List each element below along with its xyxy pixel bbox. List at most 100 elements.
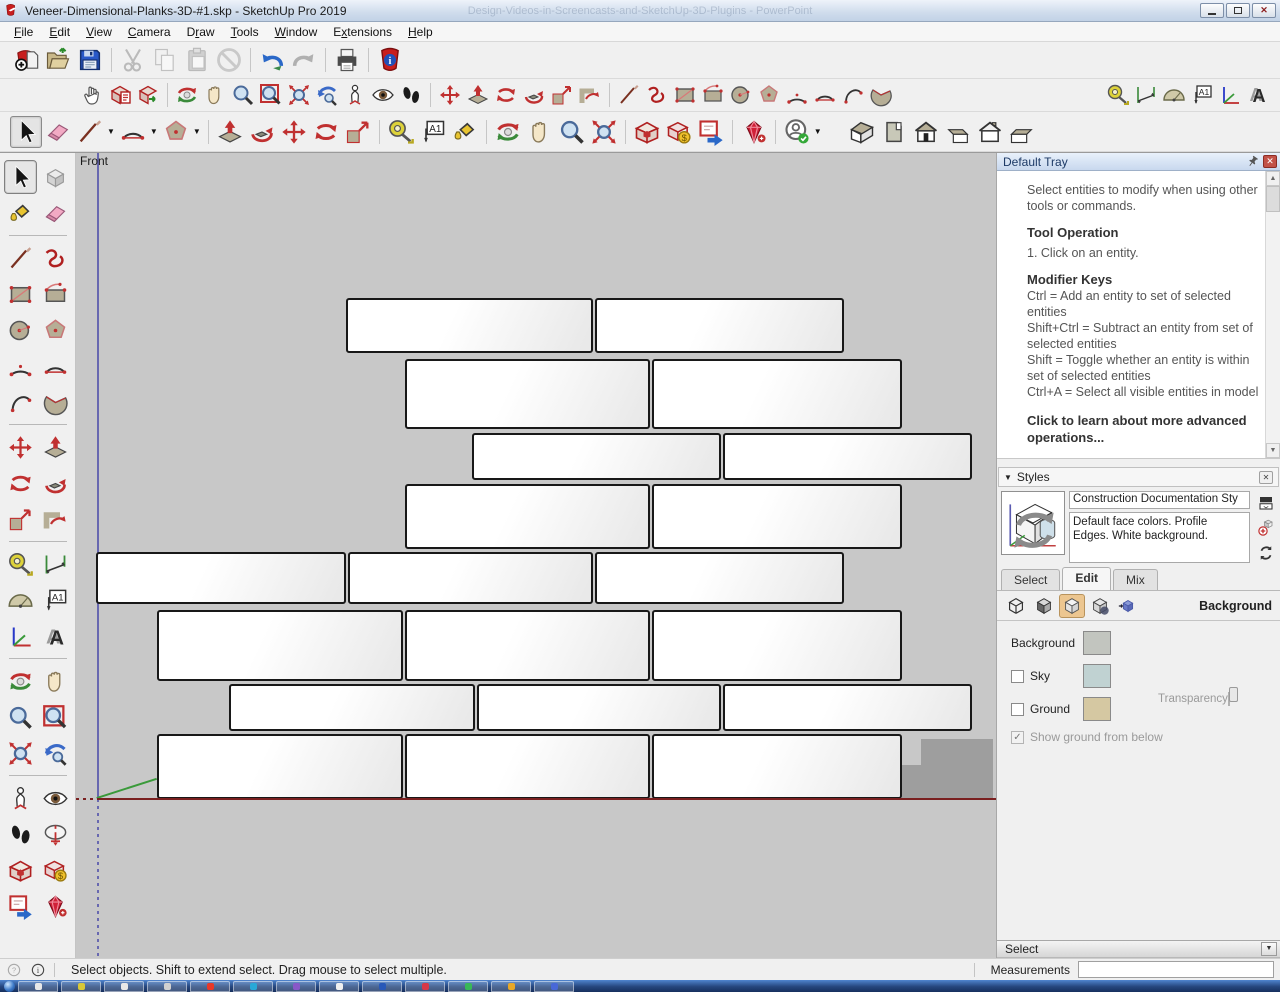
taskbar-app[interactable] xyxy=(147,981,187,992)
3d-text-button[interactable]: AA xyxy=(1244,81,1272,109)
watermark-settings-button[interactable] xyxy=(1087,594,1113,618)
save-button[interactable] xyxy=(74,44,106,76)
open-button[interactable] xyxy=(42,44,74,76)
rotate-button[interactable] xyxy=(492,81,520,109)
menu-tools[interactable]: Tools xyxy=(223,23,267,41)
previous-view-button[interactable] xyxy=(39,736,72,770)
rotated-rectangle-button[interactable] xyxy=(699,81,727,109)
scale-button[interactable] xyxy=(548,81,576,109)
instructor-link[interactable]: Click to learn about more advanced opera… xyxy=(1027,413,1259,446)
component-attributes-button[interactable] xyxy=(134,81,162,109)
plank[interactable] xyxy=(595,552,844,604)
position-camera-button[interactable] xyxy=(4,781,37,815)
walk-button[interactable] xyxy=(397,81,425,109)
plank[interactable] xyxy=(477,684,721,731)
plank[interactable] xyxy=(405,734,650,799)
background-settings-button[interactable] xyxy=(1059,593,1085,618)
protractor-button[interactable] xyxy=(4,583,37,617)
model-viewport[interactable]: Front xyxy=(76,153,996,958)
tape-measure-button[interactable] xyxy=(1104,81,1132,109)
ground-checkbox[interactable] xyxy=(1011,702,1024,716)
plank[interactable] xyxy=(405,484,650,549)
zoom-extents-button[interactable] xyxy=(4,736,37,770)
start-button[interactable] xyxy=(4,981,15,992)
scrollbar-thumb[interactable] xyxy=(1266,186,1280,212)
line-button[interactable] xyxy=(74,116,106,148)
instructor-scrollbar[interactable]: ▲ ▼ xyxy=(1265,171,1280,458)
menu-view[interactable]: View xyxy=(78,23,120,41)
collapsed-select-panel[interactable]: Select ▼ xyxy=(997,940,1280,958)
sky-checkbox[interactable] xyxy=(1011,669,1024,683)
plank[interactable] xyxy=(723,433,972,480)
styles-section-header[interactable]: ▼ Styles ✕ xyxy=(998,467,1279,487)
polygon-button[interactable] xyxy=(755,81,783,109)
view-top-button[interactable] xyxy=(878,116,910,148)
ground-color-swatch[interactable] xyxy=(1083,697,1111,721)
make-component-button[interactable] xyxy=(39,160,72,194)
text-button[interactable]: A1 xyxy=(1188,81,1216,109)
rotated-rectangle-button[interactable] xyxy=(39,277,72,311)
component-options-button[interactable] xyxy=(106,81,134,109)
edge-settings-button[interactable] xyxy=(1003,594,1029,618)
sky-color-swatch[interactable] xyxy=(1083,664,1111,688)
dimension-button[interactable] xyxy=(1132,81,1160,109)
taskbar-app[interactable] xyxy=(190,981,230,992)
plank[interactable] xyxy=(723,684,972,731)
plank[interactable] xyxy=(96,552,346,604)
taskbar-app[interactable] xyxy=(534,981,574,992)
axes-button[interactable] xyxy=(4,619,37,653)
three-point-arc-button[interactable] xyxy=(4,385,37,419)
account-button[interactable] xyxy=(781,116,813,148)
follow-me-button[interactable] xyxy=(246,116,278,148)
paint-bucket-button[interactable] xyxy=(449,116,481,148)
arc-button[interactable] xyxy=(4,349,37,383)
interact-button[interactable] xyxy=(78,81,106,109)
tape-measure-button[interactable] xyxy=(4,547,37,581)
select-button[interactable] xyxy=(3,160,37,194)
zoom-button[interactable] xyxy=(229,81,257,109)
plank[interactable] xyxy=(652,734,902,799)
two-point-arc-button[interactable] xyxy=(39,349,72,383)
taskbar-app[interactable] xyxy=(276,981,316,992)
undo-button[interactable] xyxy=(256,44,288,76)
line-dropdown-icon[interactable]: ▼ xyxy=(107,127,115,136)
move-button[interactable] xyxy=(436,81,464,109)
plank[interactable] xyxy=(405,610,650,681)
print-button[interactable] xyxy=(331,44,363,76)
scale-button[interactable] xyxy=(4,502,37,536)
three-point-arc-button[interactable] xyxy=(839,81,867,109)
axes-button[interactable] xyxy=(1216,81,1244,109)
eraser-button[interactable] xyxy=(42,116,74,148)
rotate-button[interactable] xyxy=(4,466,37,500)
plank[interactable] xyxy=(405,359,650,429)
menu-window[interactable]: Window xyxy=(267,23,326,41)
view-right-button[interactable] xyxy=(942,116,974,148)
transparency-slider[interactable] xyxy=(1227,687,1238,706)
zoom-button[interactable] xyxy=(4,700,37,734)
shapes-dropdown-icon[interactable]: ▼ xyxy=(193,127,201,136)
taskbar-app[interactable] xyxy=(18,981,58,992)
zoom-extents-button[interactable] xyxy=(285,81,313,109)
plank[interactable] xyxy=(229,684,475,731)
menu-extensions[interactable]: Extensions xyxy=(325,23,400,41)
zoom-button[interactable] xyxy=(556,116,588,148)
offset-button[interactable] xyxy=(576,81,604,109)
line-button[interactable] xyxy=(615,81,643,109)
eraser-button[interactable] xyxy=(39,196,72,230)
position-camera-button[interactable] xyxy=(341,81,369,109)
3d-text-button[interactable]: AA xyxy=(39,619,72,653)
scale-button[interactable] xyxy=(342,116,374,148)
freehand-button[interactable] xyxy=(643,81,671,109)
pan-button[interactable] xyxy=(39,664,72,698)
maximize-button[interactable] xyxy=(1226,3,1250,18)
previous-view-button[interactable] xyxy=(313,81,341,109)
push-pull-button[interactable] xyxy=(39,430,72,464)
shapes-button[interactable] xyxy=(160,116,192,148)
extension-warehouse-button[interactable]: $ xyxy=(663,116,695,148)
walk-button[interactable] xyxy=(4,817,37,851)
taskbar-app[interactable] xyxy=(491,981,531,992)
view-left-button[interactable] xyxy=(1006,116,1038,148)
plank[interactable] xyxy=(595,298,844,353)
extension-warehouse-button[interactable]: $ xyxy=(39,853,72,887)
menu-camera[interactable]: Camera xyxy=(120,23,179,41)
